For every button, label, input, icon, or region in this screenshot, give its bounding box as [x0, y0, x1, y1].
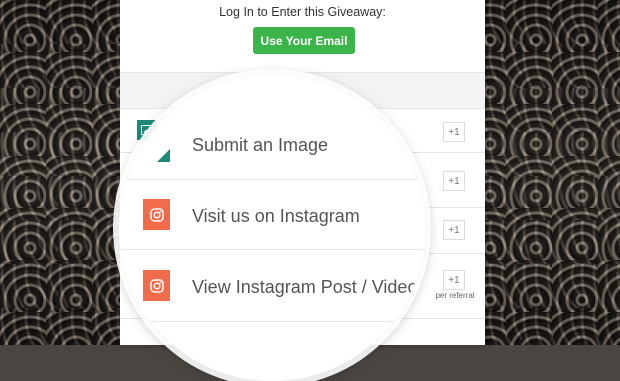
entry-points-badge: +1 — [443, 270, 465, 290]
entry-view-instagram-post[interactable]: View Instagram Post / Video — [192, 277, 417, 298]
row-divider — [119, 249, 425, 250]
instagram-icon — [143, 270, 170, 301]
entry-points-badge: +1 — [443, 122, 465, 142]
row-divider — [119, 179, 425, 180]
magnifier-lens: Submit an Image Visit us on Instagram Vi… — [119, 75, 425, 381]
entry-visit-instagram[interactable]: Visit us on Instagram — [192, 206, 360, 227]
entry-points-badge: +1 — [443, 220, 465, 240]
row-divider — [119, 321, 425, 322]
entry-submit-image[interactable]: Submit an Image — [192, 135, 328, 156]
instagram-icon — [143, 199, 170, 230]
image-icon-corner — [157, 149, 170, 162]
login-prompt: Log In to Enter this Giveaway: — [219, 5, 386, 19]
use-email-button[interactable]: Use Your Email — [253, 27, 355, 54]
per-referral-label: per referral — [435, 291, 475, 300]
entry-points-badge: +1 — [443, 171, 465, 191]
